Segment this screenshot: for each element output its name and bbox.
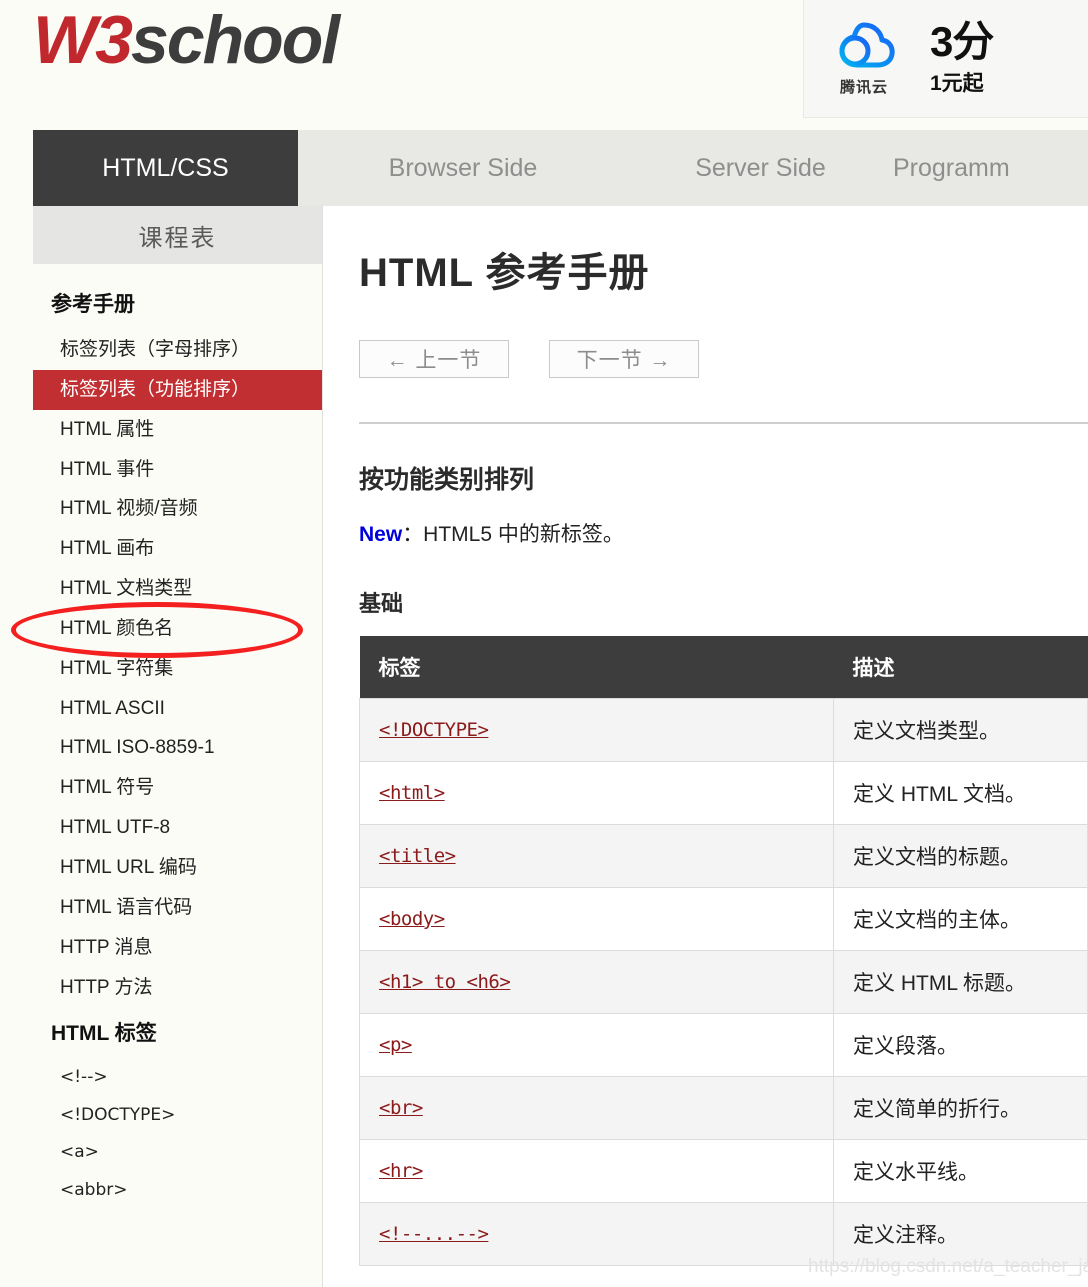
- logo-w3-text: W3: [33, 2, 133, 78]
- nav-tab-browser-side[interactable]: Browser Side: [298, 130, 628, 206]
- sidebar-item-html-events[interactable]: HTML 事件: [33, 450, 322, 490]
- sidebar-item-http-messages[interactable]: HTTP 消息: [33, 928, 322, 968]
- sidebar-item-html-video-audio[interactable]: HTML 视频/音频: [33, 489, 322, 529]
- table-row: <!--...--> 定义注释。: [359, 1202, 1088, 1266]
- main-navigation: HTML/CSS Browser Side Server Side Progra…: [33, 130, 1088, 206]
- new-note-rest: ：HTML5 中的新标签。: [402, 523, 624, 546]
- table-row: <h1> to <h6> 定义 HTML 标题。: [359, 950, 1088, 1014]
- sidebar-item-tag-list-alpha[interactable]: 标签列表（字母排序）: [33, 330, 322, 370]
- pagination-buttons: ← 上一节 下一节 →: [359, 340, 1088, 378]
- ad-headline: 3分: [930, 20, 994, 66]
- new-badge-text: New: [359, 523, 403, 546]
- table-cell-description: 定义 HTML 标题。: [833, 950, 1088, 1014]
- page-body: 课程表 参考手册 标签列表（字母排序） 标签列表（功能排序） HTML 属性 H…: [0, 206, 1088, 1287]
- table-cell-description: 定义注释。: [833, 1202, 1088, 1266]
- table-cell-tag: <!DOCTYPE>: [359, 698, 834, 762]
- table-cell-description: 定义水平线。: [833, 1139, 1088, 1203]
- sidebar: 课程表 参考手册 标签列表（字母排序） 标签列表（功能排序） HTML 属性 H…: [33, 206, 323, 1287]
- table-row: <html> 定义 HTML 文档。: [359, 761, 1088, 825]
- sidebar-item-http-methods[interactable]: HTTP 方法: [33, 968, 322, 1008]
- table-row: <br> 定义简单的折行。: [359, 1076, 1088, 1140]
- table-row: <title> 定义文档的标题。: [359, 824, 1088, 888]
- logo-school-text: school: [131, 2, 340, 78]
- sidebar-item-html-color-names[interactable]: HTML 颜色名: [33, 609, 322, 649]
- sidebar-item-html-url-encoding[interactable]: HTML URL 编码: [33, 848, 322, 888]
- tag-link[interactable]: <!DOCTYPE>: [379, 719, 489, 741]
- ad-copy: 3分 1元起: [924, 20, 1088, 96]
- sidebar-item-html-charset[interactable]: HTML 字符集: [33, 649, 322, 689]
- tag-link[interactable]: <body>: [379, 908, 445, 930]
- tag-link[interactable]: <html>: [379, 782, 445, 804]
- new-tag-note: New：HTML5 中的新标签。: [359, 518, 1088, 548]
- table-cell-tag: <br>: [359, 1076, 834, 1140]
- content-divider: [359, 422, 1088, 424]
- sidebar-item-html-ascii[interactable]: HTML ASCII: [33, 689, 322, 729]
- tag-link[interactable]: <h1> to <h6>: [379, 971, 511, 993]
- cloud-icon: [839, 22, 895, 68]
- ad-subtext: 1元起: [930, 71, 984, 95]
- site-header: W3school 腾讯云 3分 1元起: [0, 0, 1088, 128]
- table-cell-description: 定义文档类型。: [833, 698, 1088, 762]
- ad-brand-name: 腾讯云: [839, 79, 888, 96]
- table-row: <hr> 定义水平线。: [359, 1139, 1088, 1203]
- table-cell-tag: <html>: [359, 761, 834, 825]
- table-cell-tag: <hr>: [359, 1139, 834, 1203]
- sidebar-item-html-canvas[interactable]: HTML 画布: [33, 529, 322, 569]
- sidebar-item-html-iso-8859-1[interactable]: HTML ISO-8859-1: [33, 728, 322, 768]
- main-content: HTML 参考手册 ← 上一节 下一节 → 按功能类别排列 New：HTML5 …: [323, 206, 1088, 1287]
- table-cell-description: 定义文档的主体。: [833, 887, 1088, 951]
- table-cell-description: 定义简单的折行。: [833, 1076, 1088, 1140]
- table-cell-tag: <body>: [359, 887, 834, 951]
- table-cell-tag: <p>: [359, 1013, 834, 1077]
- site-logo[interactable]: W3school: [33, 6, 340, 74]
- sidebar-item-html-language-codes[interactable]: HTML 语言代码: [33, 888, 322, 928]
- table-cell-description: 定义文档的标题。: [833, 824, 1088, 888]
- sidebar-item-tag-a[interactable]: <a>: [33, 1134, 322, 1172]
- next-section-button[interactable]: 下一节 →: [549, 340, 699, 378]
- advertisement-banner[interactable]: 腾讯云 3分 1元起: [803, 0, 1088, 118]
- table-row: <!DOCTYPE> 定义文档类型。: [359, 698, 1088, 762]
- previous-section-button[interactable]: ← 上一节: [359, 340, 509, 378]
- table-header-row: 标签 描述: [359, 636, 1088, 699]
- subsection-title-basics: 基础: [359, 591, 404, 616]
- sidebar-item-html-attributes[interactable]: HTML 属性: [33, 410, 322, 450]
- table-cell-tag: <h1> to <h6>: [359, 950, 834, 1014]
- table-cell-tag: <!--...-->: [359, 1202, 834, 1266]
- tag-link[interactable]: <!--...-->: [379, 1223, 489, 1245]
- table-row: <p> 定义段落。: [359, 1013, 1088, 1077]
- sidebar-list: 参考手册 标签列表（字母排序） 标签列表（功能排序） HTML 属性 HTML …: [33, 264, 322, 1210]
- sidebar-item-tag-doctype[interactable]: <!DOCTYPE>: [33, 1097, 322, 1135]
- table-cell-description: 定义 HTML 文档。: [833, 761, 1088, 825]
- tag-reference-table: 标签 描述 <!DOCTYPE> 定义文档类型。 <html> 定义 HTML …: [359, 636, 1088, 1266]
- section-title: 按功能类别排列: [359, 466, 535, 494]
- nav-tab-programming[interactable]: Programm: [893, 130, 1088, 206]
- sidebar-item-html-utf-8[interactable]: HTML UTF-8: [33, 808, 322, 848]
- sidebar-group-title-html-tags: HTML 标签: [51, 1022, 157, 1046]
- sidebar-item-html-symbols[interactable]: HTML 符号: [33, 768, 322, 808]
- sidebar-item-tag-abbr[interactable]: <abbr>: [33, 1172, 322, 1210]
- sidebar-group-title-reference: 参考手册: [51, 293, 135, 316]
- page-title: HTML 参考手册: [359, 251, 650, 295]
- table-row: <body> 定义文档的主体。: [359, 887, 1088, 951]
- nav-tab-html-css[interactable]: HTML/CSS: [33, 130, 298, 206]
- ad-brand: 腾讯云: [804, 20, 924, 97]
- tag-link[interactable]: <br>: [379, 1097, 423, 1119]
- sidebar-item-html-doctype[interactable]: HTML 文档类型: [33, 569, 322, 609]
- sidebar-item-tag-list-function[interactable]: 标签列表（功能排序）: [33, 369, 322, 410]
- sidebar-item-tag-comment[interactable]: <!-->: [33, 1059, 322, 1097]
- sidebar-title: 课程表: [33, 206, 322, 264]
- table-cell-description: 定义段落。: [833, 1013, 1088, 1077]
- tag-link[interactable]: <p>: [379, 1034, 412, 1056]
- table-cell-tag: <title>: [359, 824, 834, 888]
- tag-link[interactable]: <hr>: [379, 1160, 423, 1182]
- nav-tab-server-side[interactable]: Server Side: [628, 130, 893, 206]
- table-header-tag: 标签: [359, 636, 834, 699]
- table-header-description: 描述: [833, 636, 1088, 699]
- tag-link[interactable]: <title>: [379, 845, 456, 867]
